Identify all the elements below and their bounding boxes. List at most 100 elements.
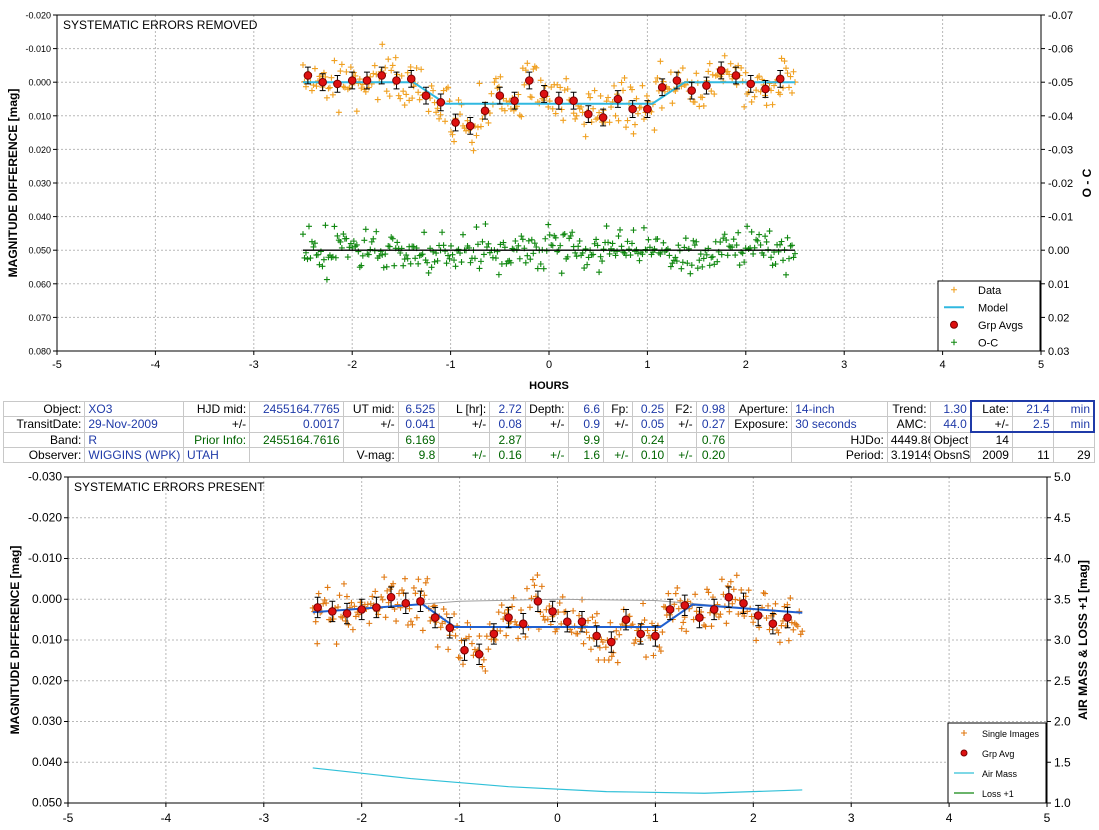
table-cell: 44.0 bbox=[929, 416, 972, 433]
oc-point bbox=[317, 248, 324, 255]
table-cell: +/- bbox=[603, 447, 633, 463]
oc-point bbox=[561, 230, 568, 237]
oc-point bbox=[367, 246, 374, 253]
oc-point bbox=[388, 234, 395, 241]
data-point bbox=[742, 69, 749, 76]
data-point bbox=[756, 73, 763, 80]
oc-point bbox=[443, 260, 450, 267]
data-point bbox=[654, 74, 661, 81]
oc-point bbox=[516, 255, 523, 262]
legend-label: Single Images bbox=[982, 729, 1040, 739]
y-tick-label: 0.020 bbox=[32, 673, 62, 687]
data-point bbox=[541, 617, 548, 624]
table-cell: 6.169 bbox=[397, 431, 440, 448]
oc-point bbox=[593, 236, 600, 243]
data-point bbox=[778, 55, 785, 62]
data-point bbox=[434, 643, 441, 650]
x-tick-label: -5 bbox=[63, 811, 74, 825]
x-tick-label: 3 bbox=[848, 811, 855, 825]
y-tick-label: 0.000 bbox=[32, 592, 62, 606]
data-point bbox=[726, 608, 733, 615]
data-point bbox=[415, 576, 422, 583]
data-point bbox=[407, 64, 414, 71]
y-tick-label: 0.010 bbox=[28, 111, 51, 121]
oc-point bbox=[612, 252, 619, 259]
oc-point bbox=[687, 270, 694, 277]
table-cell: 9.9 bbox=[567, 431, 605, 448]
data-point bbox=[314, 640, 321, 647]
oc-point bbox=[542, 235, 549, 242]
oc-point bbox=[448, 242, 455, 249]
oc-point bbox=[418, 251, 425, 258]
table-cell: min bbox=[1052, 416, 1095, 433]
table-cell: Period: bbox=[791, 447, 888, 463]
oc-point bbox=[522, 259, 529, 266]
oc-point bbox=[739, 250, 746, 257]
data-point bbox=[621, 74, 628, 81]
table-cell: 0.20 bbox=[695, 447, 730, 463]
data-point bbox=[769, 101, 776, 108]
data-point bbox=[430, 87, 437, 94]
oc-point bbox=[599, 258, 606, 265]
oc-point bbox=[766, 228, 773, 235]
data-point bbox=[485, 119, 492, 126]
data-point bbox=[564, 86, 571, 93]
group-average-point bbox=[510, 96, 519, 105]
y2-tick-label: 0.01 bbox=[1048, 279, 1069, 291]
group-average-point bbox=[303, 71, 313, 80]
table-cell bbox=[667, 431, 697, 448]
data-point bbox=[424, 575, 431, 582]
group-average-point bbox=[768, 619, 778, 628]
data-point bbox=[785, 637, 792, 644]
oc-point bbox=[480, 251, 487, 258]
table-cell: +/- bbox=[524, 416, 569, 433]
data-point bbox=[651, 127, 658, 134]
legend-grp-icon bbox=[960, 749, 968, 757]
table-cell: +/- bbox=[603, 416, 633, 433]
group-average-point bbox=[577, 617, 587, 626]
oc-point bbox=[492, 255, 499, 262]
oc-point bbox=[615, 233, 622, 240]
data-point bbox=[464, 619, 471, 626]
data-point bbox=[727, 60, 734, 67]
data-point bbox=[724, 582, 731, 589]
data-point bbox=[593, 610, 600, 617]
oc-point bbox=[783, 271, 790, 278]
oc-point bbox=[618, 243, 625, 250]
group-average-point bbox=[328, 607, 337, 616]
data-point bbox=[320, 69, 327, 76]
data-point bbox=[652, 78, 659, 85]
x-tick-label: -2 bbox=[347, 359, 357, 371]
oc-point bbox=[442, 248, 449, 255]
oc-point bbox=[717, 239, 724, 246]
data-point bbox=[323, 94, 330, 101]
data-point bbox=[592, 619, 599, 626]
data-point bbox=[534, 572, 541, 579]
data-point bbox=[477, 123, 484, 130]
table-cell: +/- bbox=[438, 416, 491, 433]
table-cell: 14 bbox=[970, 431, 1013, 448]
table-cell: HJDo: bbox=[791, 431, 888, 448]
group-average-point bbox=[562, 617, 572, 626]
oc-point bbox=[534, 265, 541, 272]
data-point bbox=[364, 601, 371, 608]
table-cell: TransitDate: bbox=[2, 416, 86, 433]
oc-point bbox=[664, 245, 671, 252]
oc-point bbox=[576, 238, 583, 245]
data-point bbox=[476, 633, 483, 640]
group-average-point bbox=[416, 596, 425, 606]
group-average-point bbox=[318, 77, 327, 87]
data-point bbox=[468, 139, 475, 146]
data-point bbox=[531, 63, 538, 70]
oc-point bbox=[581, 265, 588, 272]
table-cell: +/- bbox=[969, 416, 1013, 433]
data-point bbox=[624, 117, 631, 124]
oc-point bbox=[365, 251, 372, 258]
data-point bbox=[533, 64, 540, 71]
data-point bbox=[512, 618, 519, 625]
data-point bbox=[379, 41, 386, 48]
table-cell: ObsnStartDate: bbox=[929, 447, 972, 463]
data-point bbox=[495, 609, 502, 616]
table-cell bbox=[728, 447, 793, 463]
data-point bbox=[349, 626, 356, 633]
